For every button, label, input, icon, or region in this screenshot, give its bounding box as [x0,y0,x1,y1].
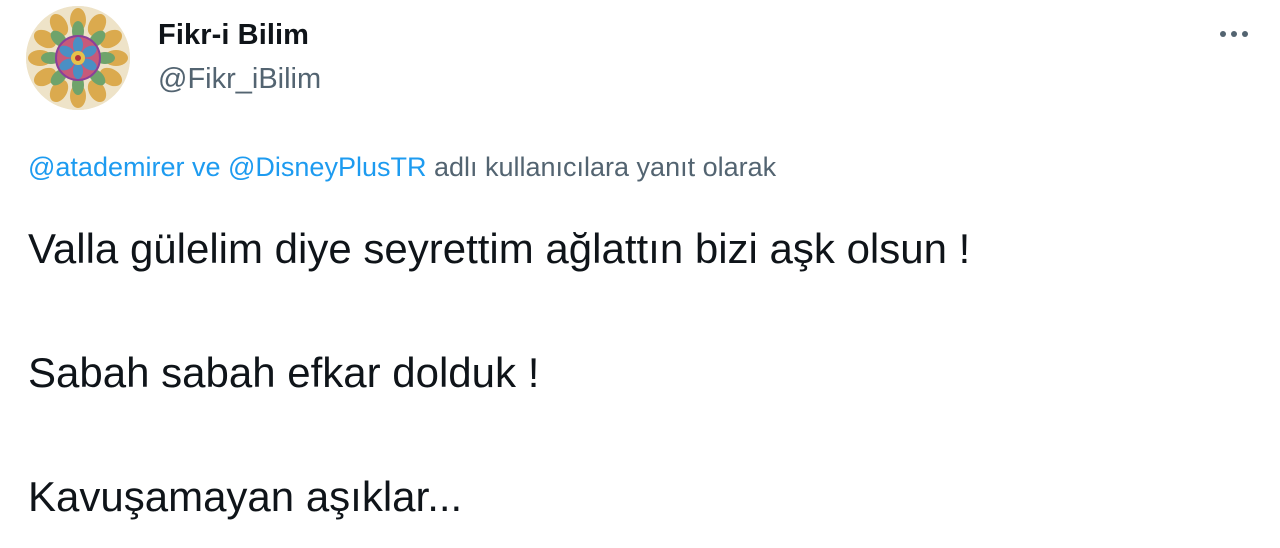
avatar[interactable] [26,6,130,110]
reply-context: @atademirer ve @DisneyPlusTR adlı kullan… [28,148,776,186]
mention-link-disneyplustr[interactable]: @DisneyPlusTR [228,152,426,182]
reply-context-joiner: ve [184,152,228,182]
mention-link-atademirer[interactable]: @atademirer [28,152,184,182]
more-horizontal-icon [1218,31,1251,37]
more-options-button[interactable] [1214,18,1254,50]
mandala-avatar-icon [26,6,130,110]
display-name[interactable]: Fikr-i Bilim [158,16,321,54]
tweet-paragraph: Sabah sabah efkar dolduk ! [28,349,540,396]
tweet-paragraph: Kavuşamayan aşıklar... [28,473,463,520]
reply-context-suffix: adlı kullanıcılara yanıt olarak [426,152,777,182]
tweet: Fikr-i Bilim @Fikr_iBilim @atademirer ve… [0,0,1280,548]
user-handle[interactable]: @Fikr_iBilim [158,60,321,98]
tweet-paragraph: Valla gülelim diye seyrettim ağlattın bi… [28,225,971,272]
tweet-text: Valla gülelim diye seyrettim ağlattın bi… [28,218,970,528]
user-info: Fikr-i Bilim @Fikr_iBilim [158,16,321,98]
